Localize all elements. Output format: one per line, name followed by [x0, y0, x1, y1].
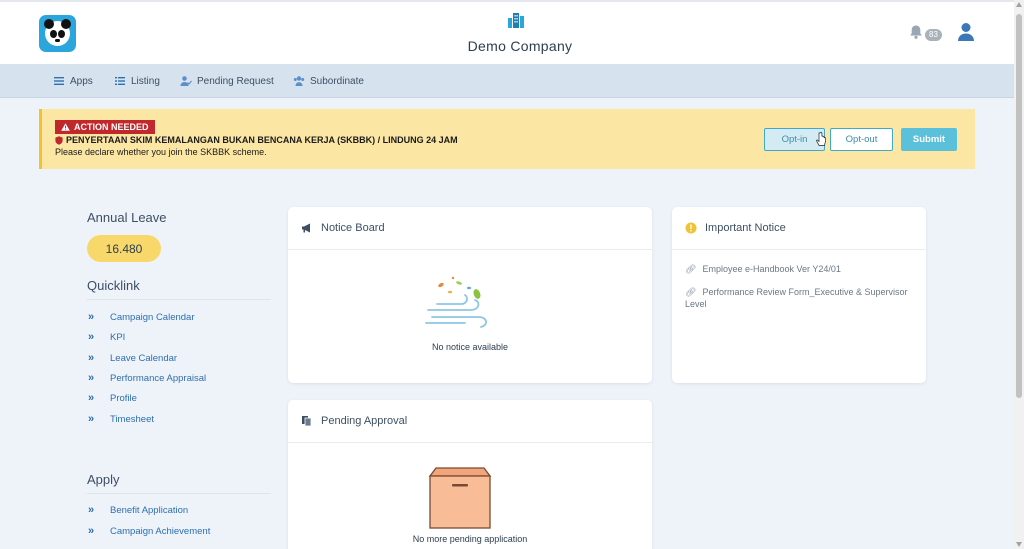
chevrons-right-icon: » [88, 372, 94, 384]
buildings-icon [508, 13, 524, 28]
apply-benefit-application[interactable]: » Benefit Application [88, 504, 188, 516]
chevrons-right-icon: » [88, 525, 94, 537]
action-needed-alert: ACTION NEEDED PENYERTAAN SKIM KEMALANGAN… [39, 109, 975, 169]
warning-icon [61, 123, 70, 131]
quicklink-timesheet[interactable]: » Timesheet [88, 413, 154, 425]
wind-leaves-illustration [425, 276, 487, 328]
chevrons-right-icon: » [88, 413, 94, 425]
annual-leave-heading: Annual Leave [87, 210, 167, 225]
bell-icon[interactable] [908, 24, 924, 40]
quicklink-label: Profile [110, 392, 137, 404]
quicklink-performance-appraisal[interactable]: » Performance Appraisal [88, 372, 206, 384]
nav-item-listing[interactable]: Listing [114, 64, 160, 98]
opt-out-button[interactable]: Opt-out [830, 128, 893, 151]
list-icon [115, 77, 125, 85]
apply-label: Benefit Application [110, 504, 189, 516]
apply-label: Campaign Achievement [110, 525, 211, 537]
mouse-pointer-icon [816, 132, 826, 146]
chevrons-right-icon: » [88, 352, 94, 364]
shield-icon [55, 135, 63, 145]
scroll-down-arrow-icon[interactable] [1016, 542, 1022, 547]
main-nav: Apps Listing Pending Request Subordinate [0, 64, 1014, 98]
paperclip-icon: 🔗︎ [685, 287, 697, 297]
alert-title: PENYERTAAN SKIM KEMALANGAN BUKAN BENCANA… [55, 135, 458, 145]
quicklink-profile[interactable]: » Profile [88, 392, 137, 404]
quicklink-label: Leave Calendar [110, 352, 178, 364]
notice-link-label: Performance Review Form_Executive & Supe… [685, 287, 908, 309]
alert-title-text: PENYERTAAN SKIM KEMALANGAN BUKAN BENCANA… [66, 135, 458, 145]
user-check-icon [180, 76, 192, 86]
quicklink-label: Performance Appraisal [110, 372, 207, 384]
page-scrollbar[interactable] [1014, 0, 1024, 549]
nav-item-apps[interactable]: Apps [53, 64, 93, 98]
panda-logo[interactable] [39, 15, 76, 52]
company-name: Demo Company [467, 38, 573, 54]
chevrons-right-icon: » [88, 504, 94, 516]
notice-link-label: Employee e-Handbook Ver Y24/01 [702, 264, 841, 274]
quicklink-label: KPI [110, 331, 126, 343]
quicklink-campaign-calendar[interactable]: » Campaign Calendar [88, 311, 195, 323]
notification-count-badge: 83 [925, 29, 942, 41]
apply-campaign-achievement[interactable]: » Campaign Achievement [88, 525, 210, 537]
notice-board-card: Notice Board No notice available [288, 207, 652, 383]
scroll-up-arrow-icon[interactable] [1016, 2, 1022, 7]
menu-icon [54, 77, 64, 85]
nav-item-pending-request[interactable]: Pending Request [180, 64, 274, 98]
nav-item-label: Listing [131, 75, 160, 87]
notice-board-header: Notice Board [288, 207, 652, 250]
chevrons-right-icon: » [88, 311, 94, 323]
apply-heading: Apply [87, 472, 120, 487]
paperclip-icon: 🔗︎ [685, 264, 697, 274]
pending-approval-card: Pending Approval No more pending applica… [288, 400, 652, 549]
important-notice-header: Important Notice [672, 207, 926, 250]
nav-item-label: Subordinate [310, 75, 364, 87]
apply-divider [87, 493, 271, 494]
notice-link-performance-review[interactable]: 🔗︎ Performance Review Form_Executive & Su… [685, 286, 915, 310]
quicklink-label: Campaign Calendar [110, 311, 195, 323]
important-notice-card: Important Notice 🔗︎ Employee e-Handbook V… [672, 207, 926, 383]
annual-leave-balance: 16.480 [87, 235, 161, 262]
submit-button[interactable]: Submit [901, 128, 957, 151]
quicklink-heading: Quicklink [87, 278, 140, 293]
quicklink-kpi[interactable]: » KPI [88, 331, 125, 343]
important-notice-title: Important Notice [705, 222, 786, 234]
nav-item-label: Pending Request [197, 75, 274, 87]
chevrons-right-icon: » [88, 331, 94, 343]
pending-approval-header: Pending Approval [288, 400, 652, 443]
action-needed-tag: ACTION NEEDED [55, 120, 155, 134]
alert-description: Please declare whether you join the SKBB… [55, 147, 267, 157]
notice-link-handbook[interactable]: 🔗︎ Employee e-Handbook Ver Y24/01 [685, 263, 915, 275]
notice-board-title: Notice Board [321, 222, 385, 234]
nav-item-label: Apps [70, 75, 93, 87]
chevrons-right-icon: » [88, 392, 94, 404]
user-icon[interactable] [957, 22, 975, 42]
quicklink-divider [87, 299, 271, 300]
quicklink-label: Timesheet [110, 413, 154, 425]
documents-icon [302, 416, 312, 427]
pending-approval-title: Pending Approval [321, 415, 408, 427]
megaphone-icon [302, 223, 310, 233]
notice-empty-text: No notice available [431, 342, 509, 352]
top-header: Demo Company 83 [0, 0, 1014, 64]
pending-empty-text: No more pending application [412, 534, 528, 544]
empty-box-illustration [428, 467, 492, 529]
info-circle-icon [685, 222, 697, 234]
scrollbar-thumb[interactable] [1016, 14, 1022, 398]
users-icon [293, 76, 305, 86]
nav-item-subordinate[interactable]: Subordinate [293, 64, 364, 98]
quicklink-leave-calendar[interactable]: » Leave Calendar [88, 352, 177, 364]
action-needed-label: ACTION NEEDED [74, 122, 149, 132]
